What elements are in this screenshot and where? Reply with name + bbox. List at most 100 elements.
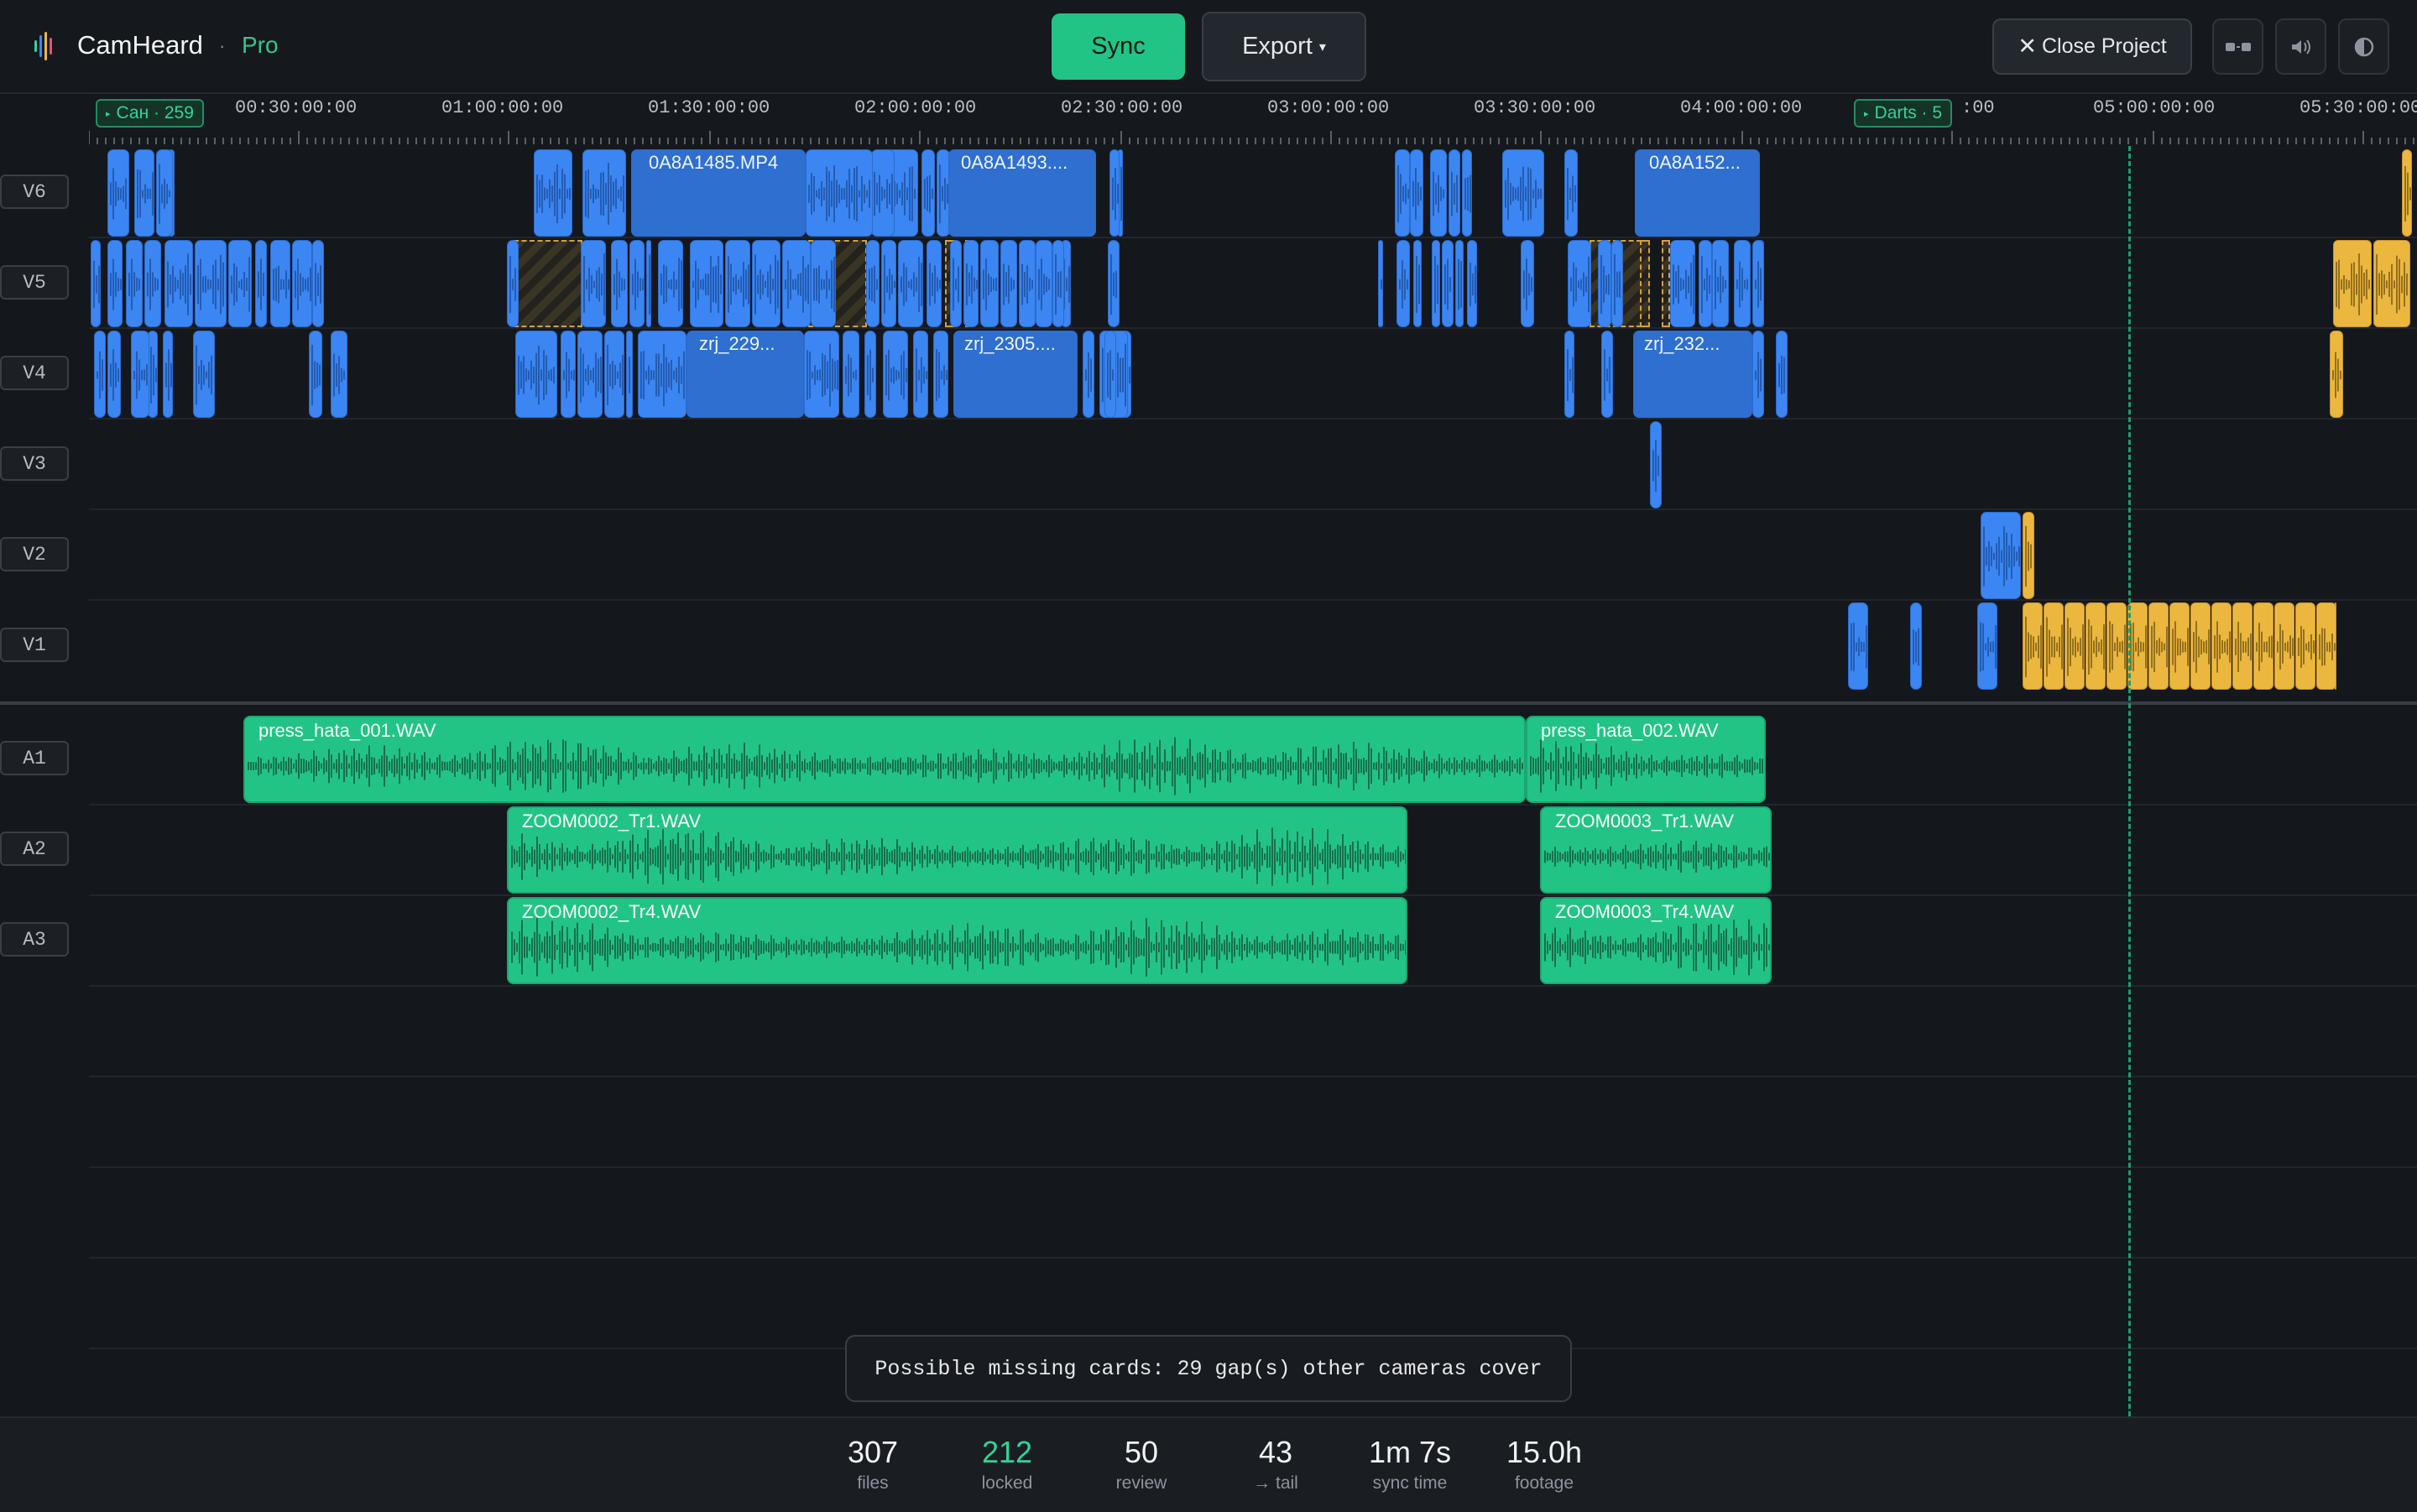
video-clip[interactable] bbox=[1410, 149, 1423, 237]
video-clip[interactable] bbox=[1462, 149, 1472, 237]
video-clip[interactable] bbox=[193, 331, 215, 418]
tail-clip[interactable] bbox=[2211, 602, 2232, 690]
video-clip[interactable]: 0A8A1485.MP4 bbox=[631, 149, 806, 237]
video-clip[interactable] bbox=[1378, 240, 1383, 327]
video-clip[interactable] bbox=[312, 240, 324, 327]
video-clip[interactable] bbox=[629, 240, 645, 327]
tail-clip[interactable] bbox=[2402, 149, 2412, 237]
video-clip[interactable] bbox=[1502, 149, 1544, 237]
video-clip[interactable] bbox=[864, 331, 876, 418]
tail-clip[interactable] bbox=[2023, 512, 2034, 599]
video-clip[interactable] bbox=[1670, 240, 1695, 327]
video-clip[interactable] bbox=[1083, 331, 1094, 418]
video-clip[interactable] bbox=[690, 240, 723, 327]
video-clip[interactable] bbox=[144, 240, 161, 327]
video-clip[interactable] bbox=[752, 240, 780, 327]
video-clip[interactable] bbox=[611, 240, 628, 327]
video-clip[interactable] bbox=[1442, 240, 1454, 327]
video-clip[interactable] bbox=[1467, 240, 1477, 327]
audio-clip[interactable]: ZOOM0003_Tr4.WAV bbox=[1540, 897, 1772, 984]
video-clip[interactable] bbox=[1752, 240, 1764, 327]
video-clip[interactable] bbox=[1430, 149, 1447, 237]
video-clip[interactable] bbox=[646, 240, 651, 327]
video-clip[interactable] bbox=[963, 240, 979, 327]
video-clip[interactable] bbox=[292, 240, 312, 327]
tail-clip[interactable] bbox=[2106, 602, 2127, 690]
video-clip[interactable] bbox=[582, 149, 626, 237]
video-clip[interactable] bbox=[1910, 602, 1922, 690]
video-clip[interactable] bbox=[309, 331, 322, 418]
video-clip[interactable] bbox=[1395, 149, 1410, 237]
video-clip[interactable] bbox=[164, 240, 193, 327]
video-clip[interactable] bbox=[883, 331, 908, 418]
video-clip[interactable] bbox=[1977, 602, 1997, 690]
audio-clip[interactable]: press_hata_002.WAV bbox=[1526, 716, 1766, 803]
video-clip[interactable] bbox=[1019, 240, 1036, 327]
video-clip[interactable] bbox=[898, 240, 923, 327]
video-clip[interactable] bbox=[515, 331, 557, 418]
video-clip[interactable]: zrj_2305.... bbox=[953, 331, 1078, 418]
video-clip[interactable] bbox=[534, 149, 572, 237]
video-clip[interactable] bbox=[1413, 240, 1422, 327]
video-clip[interactable] bbox=[91, 240, 101, 327]
video-clip[interactable] bbox=[1981, 512, 2021, 599]
video-clip[interactable] bbox=[806, 149, 873, 237]
video-clip[interactable] bbox=[581, 240, 606, 327]
video-clip[interactable] bbox=[94, 331, 106, 418]
video-clip[interactable] bbox=[131, 331, 149, 418]
tail-clip[interactable] bbox=[2190, 602, 2211, 690]
video-clip[interactable] bbox=[1521, 240, 1534, 327]
audio-clip[interactable]: ZOOM0003_Tr1.WAV bbox=[1540, 806, 1772, 894]
video-clip[interactable] bbox=[871, 149, 895, 237]
video-clip[interactable] bbox=[577, 331, 603, 418]
video-clip[interactable] bbox=[228, 240, 252, 327]
tail-clip[interactable] bbox=[2295, 602, 2315, 690]
video-clip[interactable] bbox=[1449, 149, 1460, 237]
video-clip[interactable] bbox=[1601, 331, 1613, 418]
video-clip[interactable] bbox=[933, 331, 948, 418]
video-clip[interactable] bbox=[950, 240, 962, 327]
video-clip[interactable] bbox=[1108, 240, 1120, 327]
video-clip[interactable] bbox=[980, 240, 999, 327]
video-clip[interactable]: 0A8A1493.... bbox=[948, 149, 1096, 237]
tail-clip[interactable] bbox=[2330, 331, 2343, 418]
video-clip[interactable] bbox=[107, 240, 123, 327]
tail-clip[interactable] bbox=[2086, 602, 2106, 690]
tail-clip[interactable] bbox=[2333, 240, 2372, 327]
video-clip[interactable] bbox=[927, 240, 942, 327]
video-clip[interactable] bbox=[163, 331, 173, 418]
video-clip[interactable] bbox=[1650, 421, 1662, 508]
video-clip[interactable] bbox=[638, 331, 686, 418]
tail-clip[interactable] bbox=[2148, 602, 2169, 690]
tail-clip[interactable] bbox=[2232, 602, 2253, 690]
video-clip[interactable] bbox=[1699, 240, 1712, 327]
video-clip[interactable] bbox=[913, 331, 928, 418]
video-clip[interactable] bbox=[604, 331, 624, 418]
video-clip[interactable]: 0A8A152... bbox=[1635, 149, 1760, 237]
timeline-clip-area[interactable]: 0A8A1485.MP4 0A8A1493.... 0A8A152... zrj… bbox=[0, 0, 2417, 1416]
tail-clip[interactable] bbox=[2274, 602, 2294, 690]
video-clip[interactable] bbox=[1052, 240, 1064, 327]
video-clip[interactable] bbox=[1564, 331, 1574, 418]
video-clip[interactable] bbox=[1000, 240, 1017, 327]
video-clip[interactable] bbox=[331, 331, 347, 418]
video-clip[interactable] bbox=[255, 240, 267, 327]
video-clip[interactable] bbox=[725, 240, 750, 327]
tail-clip[interactable] bbox=[2044, 602, 2064, 690]
video-clip[interactable] bbox=[1455, 240, 1464, 327]
tail-clip[interactable] bbox=[2373, 240, 2410, 327]
video-clip[interactable] bbox=[1598, 240, 1611, 327]
video-clip[interactable] bbox=[134, 149, 154, 237]
video-clip[interactable] bbox=[1109, 149, 1120, 237]
video-clip[interactable] bbox=[921, 149, 935, 237]
video-clip[interactable]: zrj_229... bbox=[686, 331, 804, 418]
video-clip[interactable] bbox=[156, 149, 173, 237]
video-clip[interactable] bbox=[811, 240, 836, 327]
video-clip[interactable] bbox=[1564, 149, 1578, 237]
tail-clip[interactable] bbox=[2065, 602, 2085, 690]
tail-clip[interactable] bbox=[2316, 602, 2336, 690]
video-clip[interactable] bbox=[658, 240, 683, 327]
video-clip[interactable] bbox=[107, 331, 121, 418]
tail-clip[interactable] bbox=[2023, 602, 2043, 690]
video-clip[interactable] bbox=[107, 149, 129, 237]
